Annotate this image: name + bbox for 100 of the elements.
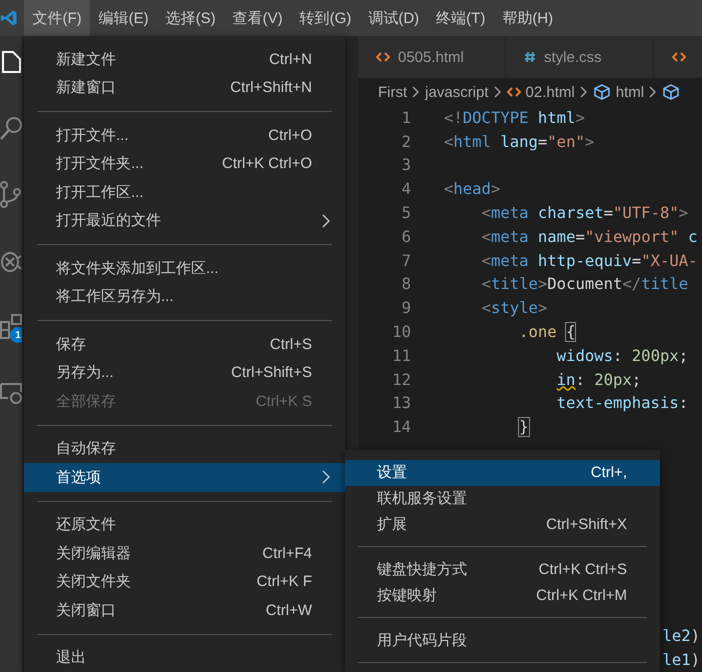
chevron-right-icon	[580, 86, 588, 98]
line-number: 11	[391, 346, 411, 365]
code-string: "en"	[547, 132, 585, 151]
code-attribute: charset	[536, 204, 604, 222]
code-tag: meta	[490, 228, 529, 246]
code-number: 200px	[632, 346, 679, 365]
breadcrumb-item[interactable]: First	[378, 84, 408, 100]
code-punctuation: <	[480, 228, 491, 246]
menu-item[interactable]: 自动保存	[24, 434, 345, 463]
code-text: )	[690, 651, 700, 669]
code-punctuation: >	[538, 275, 548, 294]
code-punctuation: <	[444, 180, 454, 198]
menu-item[interactable]: 关闭窗口 Ctrl+W	[24, 596, 345, 624]
menu-item[interactable]: 打开文件夹... Ctrl+K Ctrl+O	[24, 150, 345, 178]
menu-item[interactable]: 还原文件	[24, 510, 345, 539]
breadcrumb-item[interactable]: html	[616, 84, 644, 100]
line-number: 2	[400, 132, 411, 151]
extensions-icon[interactable]	[0, 312, 22, 342]
code-tag: meta	[490, 252, 529, 270]
code-punctuation: <	[480, 204, 491, 222]
line-number: 1	[400, 108, 411, 127]
hash-icon	[524, 51, 536, 63]
code-attribute: name	[536, 228, 576, 246]
code-punctuation: <	[444, 132, 454, 151]
menu-item[interactable]: 关闭编辑器 Ctrl+F4	[24, 539, 345, 568]
menu-item[interactable]: 首选项	[24, 463, 345, 492]
code-attribute: text-emphasis	[556, 394, 679, 412]
menu-item[interactable]: 新建窗口 Ctrl+Shift+N	[24, 74, 345, 102]
line-number: 6	[400, 228, 411, 246]
code-text: =	[604, 204, 614, 222]
cube-icon	[592, 83, 611, 101]
chevron-right-icon	[494, 86, 502, 98]
menu-item[interactable]: 新建文件 Ctrl+N	[24, 45, 345, 74]
code-attribute: html	[536, 108, 576, 127]
menu-item[interactable]: 另存为... Ctrl+Shift+S	[24, 358, 345, 387]
line-number: 4	[400, 180, 411, 198]
menu-bar-item[interactable]: 调试(D)	[360, 0, 428, 36]
code-selector: .one	[518, 323, 558, 342]
code-tag: meta	[490, 204, 529, 222]
menu-item[interactable]: 将文件夹添加到工作区...	[24, 254, 345, 282]
code-number: 20px	[594, 370, 632, 389]
menu-bar-item[interactable]: 转到(G)	[291, 0, 360, 36]
source-control-icon[interactable]	[0, 180, 22, 210]
breadcrumb-item[interactable]: 02.html	[526, 84, 575, 100]
menu-item[interactable]: 用户代码片段	[345, 627, 660, 653]
notification-badge: 1	[10, 327, 22, 343]
line-number: 9	[400, 299, 411, 318]
code-text: :	[678, 394, 688, 412]
code-punctuation: </	[622, 275, 642, 294]
chevron-right-icon	[412, 86, 420, 98]
menu-bar-item[interactable]: 编辑(E)	[90, 0, 158, 36]
line-number: 3	[400, 156, 411, 174]
menu-item[interactable]: 关闭文件夹 Ctrl+K F	[24, 568, 345, 596]
breadcrumb-item[interactable]: javascript	[425, 84, 489, 100]
code-tag: head	[453, 180, 491, 198]
editor-tab[interactable]: 0505.html	[358, 36, 506, 78]
menu-bar-item[interactable]: 文件(F)	[24, 0, 90, 36]
menu-bar-item[interactable]: 帮助(H)	[494, 0, 562, 36]
line-number: 8	[400, 275, 411, 294]
menu-item[interactable]: 打开文件... Ctrl+O	[24, 121, 345, 150]
code-brackets-icon	[376, 52, 390, 62]
menu-item[interactable]: 键盘快捷方式 Ctrl+K Ctrl+S	[345, 556, 660, 582]
code-tag: style	[490, 299, 538, 318]
code-string: "X-UA-	[641, 252, 698, 270]
code-punctuation: >	[538, 299, 548, 318]
code-text: ;	[678, 346, 688, 365]
cube-icon	[662, 83, 680, 101]
code-brackets-icon	[672, 52, 686, 62]
editor-tab[interactable]: style.css	[506, 36, 654, 78]
code-attribute: widows	[556, 346, 614, 365]
menu-item[interactable]: 扩展 Ctrl+Shift+X	[345, 512, 660, 538]
code-punctuation: <!	[444, 108, 463, 127]
code-brace: }	[518, 418, 528, 436]
menu-item[interactable]: 退出	[24, 644, 345, 672]
code-brackets-icon	[506, 87, 521, 97]
code-attribute: c	[687, 228, 698, 246]
menu-bar-item[interactable]: 终端(T)	[428, 0, 494, 36]
code-punctuation: <	[480, 275, 491, 294]
menu-item[interactable]: 设置 Ctrl+,	[345, 460, 660, 486]
menu-item[interactable]: 按键映射 Ctrl+K Ctrl+M	[345, 582, 660, 608]
code-tag: html	[453, 132, 491, 151]
menu-item[interactable]: 联机服务设置	[345, 486, 660, 512]
menu-bar-item[interactable]: 查看(V)	[224, 0, 292, 36]
code-attribute: http-equiv	[536, 252, 632, 270]
code-text: ;	[632, 370, 642, 389]
code-punctuation: <	[480, 299, 491, 318]
code-text: :	[575, 370, 586, 389]
menu-item[interactable]: 保存 Ctrl+S	[24, 330, 345, 358]
code-punctuation: >	[575, 108, 585, 127]
menu-item[interactable]: 打开最近的文件	[24, 206, 345, 235]
code-tag: title	[641, 275, 688, 294]
code-tag: DOCTYPE	[462, 108, 528, 127]
chevron-right-icon	[649, 86, 658, 98]
menu-item[interactable]: 打开工作区...	[24, 178, 345, 206]
code-string: "viewport"	[584, 228, 679, 246]
code-punctuation: >	[678, 204, 688, 222]
code-string: "UTF-8"	[613, 204, 679, 222]
menu-item[interactable]: 将工作区另存为...	[24, 282, 345, 311]
menu-bar-item[interactable]: 选择(S)	[157, 0, 224, 36]
line-number: 10	[391, 323, 411, 342]
